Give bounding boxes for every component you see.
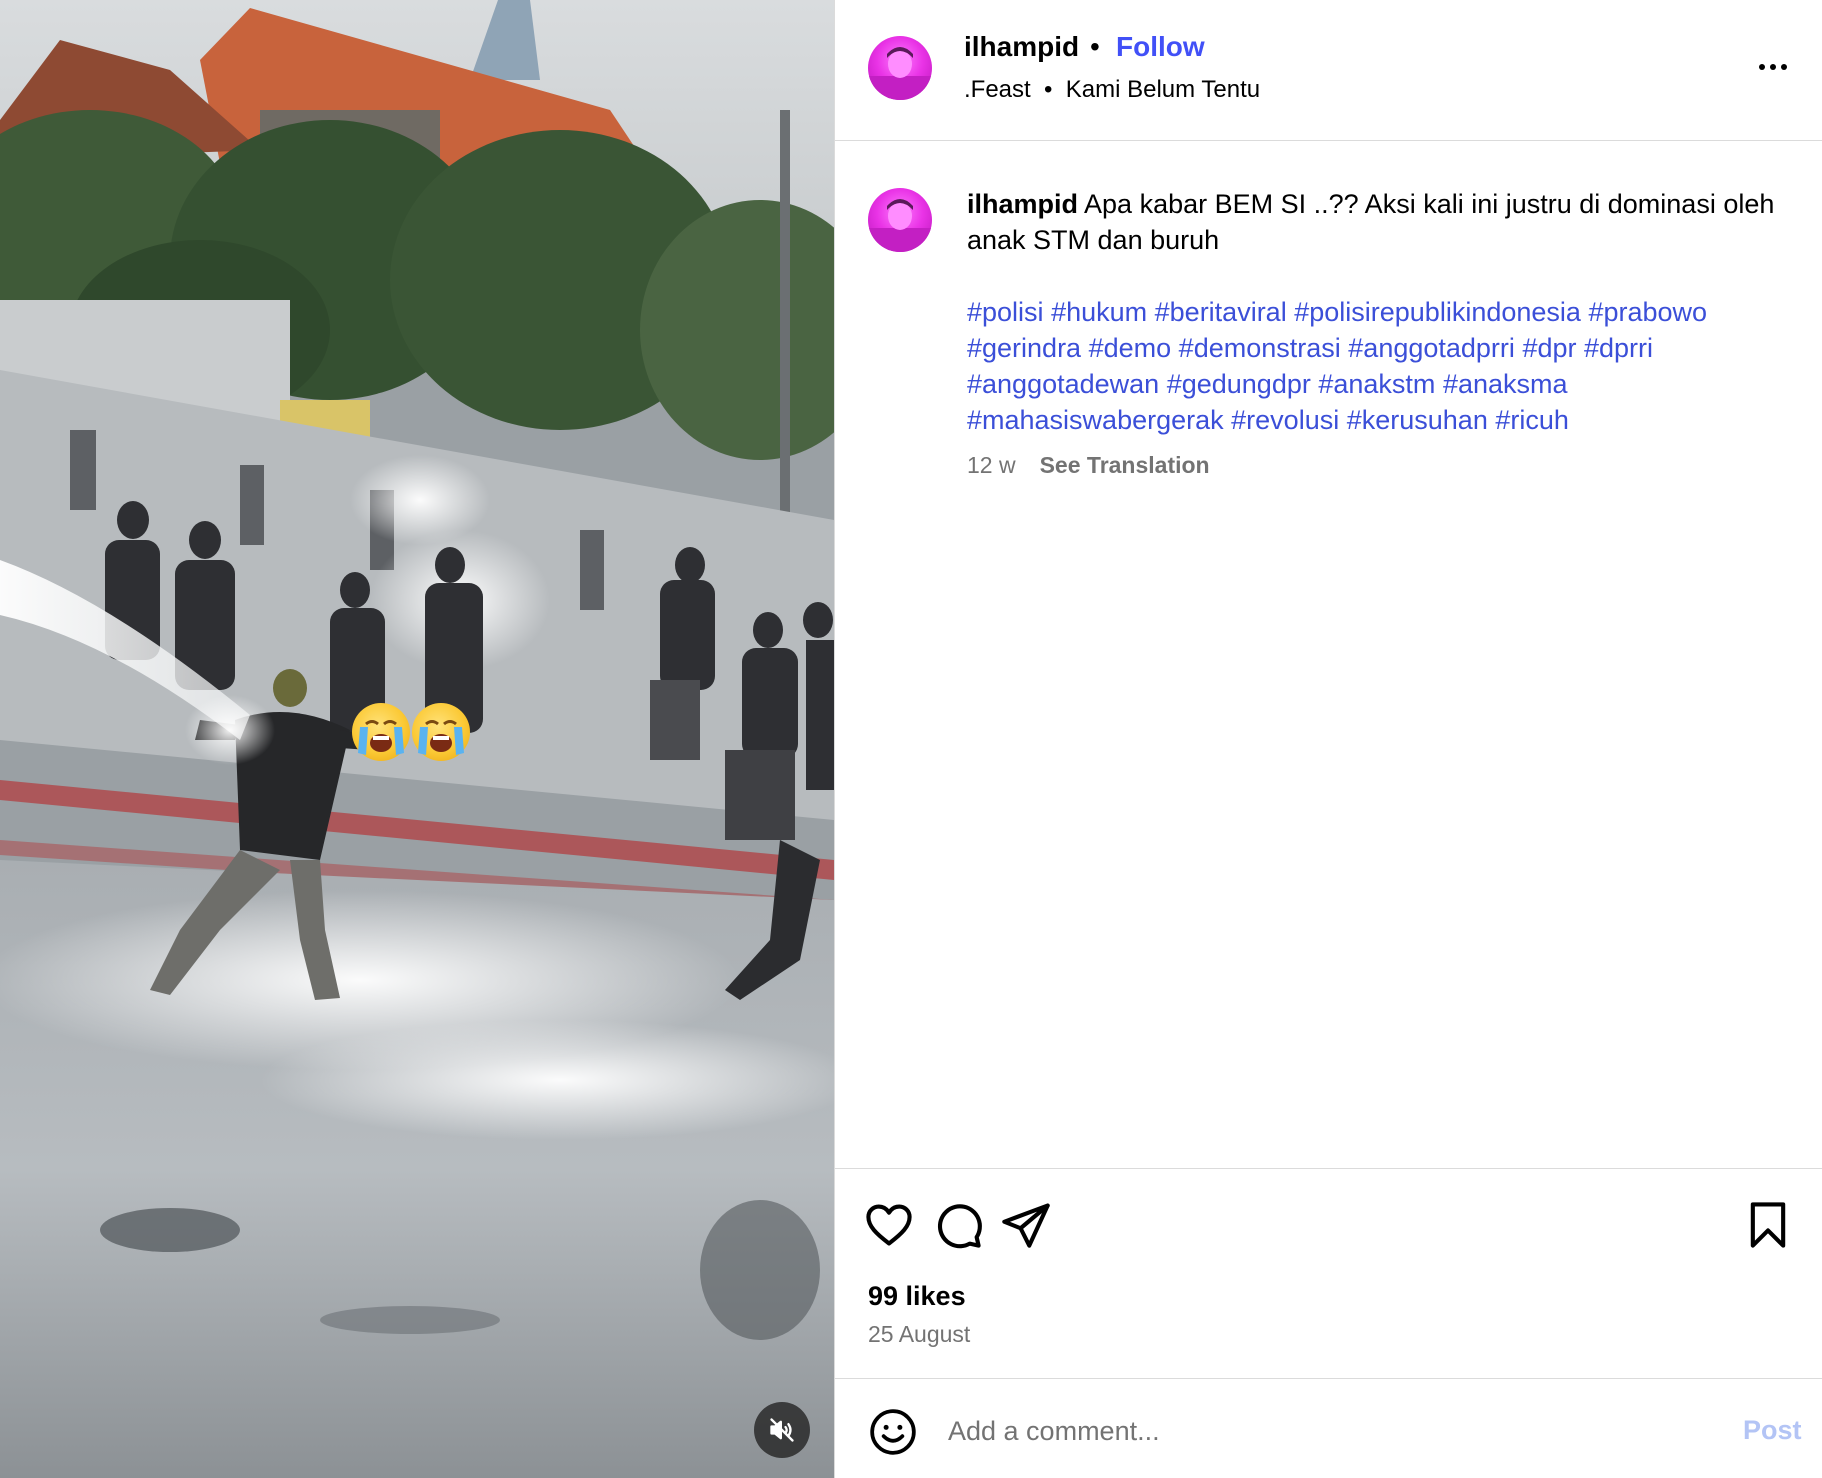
post-age[interactable]: 12 w [967, 452, 1016, 479]
hashtag-link[interactable]: #polisi [967, 297, 1044, 327]
bookmark-icon[interactable] [1742, 1199, 1794, 1251]
crying-face-emoji [412, 703, 470, 761]
see-translation-button[interactable]: See Translation [1040, 452, 1210, 479]
hashtag-link[interactable]: #anggotadprri [1348, 333, 1515, 363]
mute-toggle-button[interactable] [754, 1402, 810, 1458]
hashtag-link[interactable]: #anakstm [1318, 369, 1435, 399]
hashtag-link[interactable]: #polisirepublikindonesia [1294, 297, 1581, 327]
hashtag-link[interactable]: #dpr [1522, 333, 1576, 363]
post-comment-button[interactable]: Post [1743, 1415, 1802, 1446]
hashtag-link[interactable]: #hukum [1051, 297, 1147, 327]
heart-icon[interactable] [863, 1199, 915, 1251]
comment-composer: Post [835, 1378, 1822, 1478]
follow-button[interactable]: Follow [1116, 31, 1205, 63]
hashtag-link[interactable]: #ricuh [1495, 405, 1569, 435]
hashtag-link[interactable]: #demo [1089, 333, 1172, 363]
post-video[interactable] [0, 0, 834, 1478]
caption-username[interactable]: ilhampid [967, 189, 1078, 219]
hashtag-link[interactable]: #anggotadewan [967, 369, 1159, 399]
like-count[interactable]: 99 likes [868, 1281, 966, 1312]
more-options-button[interactable] [1759, 52, 1799, 82]
avatar[interactable] [868, 36, 932, 100]
crying-face-emoji [352, 703, 410, 761]
emoji-overlay [352, 703, 470, 761]
post-sidebar: ilhampid • Follow .Feast • Kami Belum Te… [835, 0, 1822, 1478]
hashtag-link[interactable]: #gedungdpr [1167, 369, 1311, 399]
hashtag-link[interactable]: #gerindra [967, 333, 1081, 363]
hashtag-link[interactable]: #dprri [1584, 333, 1653, 363]
hashtag-link[interactable]: #demonstrasi [1179, 333, 1341, 363]
muted-speaker-icon [770, 1418, 794, 1442]
post-date: 25 August [868, 1321, 971, 1347]
comment-input[interactable] [948, 1405, 1688, 1457]
action-bar: 99 likes 25 August [835, 1168, 1822, 1378]
hashtag-link[interactable]: #kerusuhan [1347, 405, 1488, 435]
hashtag-list: #polisi #hukum #beritaviral #polisirepub… [967, 294, 1797, 438]
share-icon[interactable] [1000, 1199, 1052, 1251]
hashtag-link[interactable]: #anaksma [1443, 369, 1568, 399]
hashtag-link[interactable]: #mahasiswabergerak [967, 405, 1224, 435]
caption-text: ilhampid Apa kabar BEM SI ..?? Aksi kali… [967, 186, 1797, 258]
hashtag-link[interactable]: #revolusi [1231, 405, 1339, 435]
caption-meta: 12 w See Translation [967, 452, 1210, 479]
emoji-picker-icon[interactable] [868, 1407, 918, 1457]
caption-section: ilhampid Apa kabar BEM SI ..?? Aksi kali… [835, 142, 1822, 1168]
caption-body: Apa kabar BEM SI ..?? Aksi kali ini just… [967, 189, 1775, 255]
hashtag-link[interactable]: #beritaviral [1155, 297, 1287, 327]
more-horizontal-icon [1759, 64, 1765, 70]
post-author-username[interactable]: ilhampid [964, 31, 1079, 63]
post-header: ilhampid • Follow .Feast • Kami Belum Te… [835, 0, 1822, 141]
hashtag-link[interactable]: #prabowo [1588, 297, 1707, 327]
separator-dot: • [1090, 31, 1100, 62]
audio-track-link[interactable]: .Feast • Kami Belum Tentu [964, 76, 1260, 104]
comment-icon[interactable] [932, 1199, 984, 1251]
avatar[interactable] [868, 188, 932, 252]
